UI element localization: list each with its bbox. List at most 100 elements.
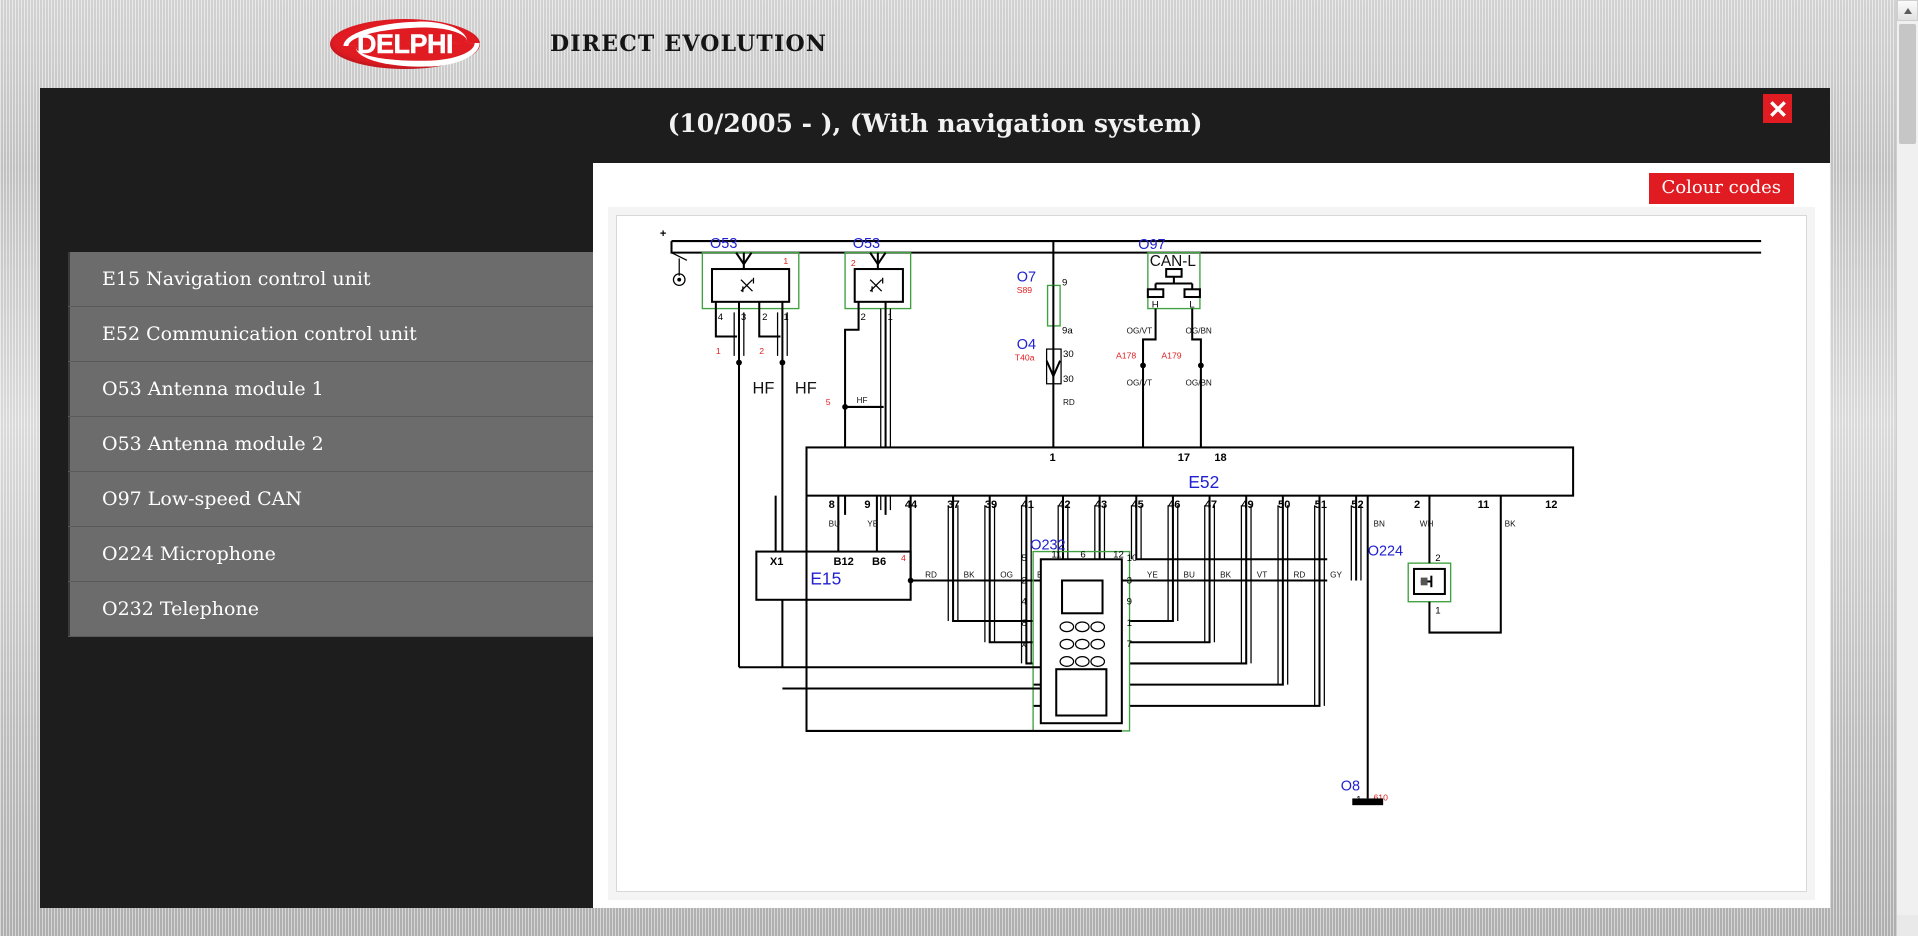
- sidebar-item-e52[interactable]: E52 Communication control unit: [68, 307, 593, 362]
- o53-1-red-annotation-1: 1: [716, 346, 721, 356]
- sidebar-item-o224[interactable]: O224 Microphone: [68, 527, 593, 582]
- wiring-diagram[interactable]: .w { stroke:#000; stroke-width:2.1; fill…: [617, 216, 1806, 891]
- component-label-o7: O7: [1017, 270, 1036, 286]
- wire-colour-og-vt-top: OG/VT: [1127, 327, 1152, 336]
- wire-colour-bk-o224: BK: [1505, 520, 1516, 529]
- o232-pin-8: 8: [1022, 618, 1027, 629]
- sidebar-item-o53-1[interactable]: O53 Antenna module 1: [68, 362, 593, 417]
- sidebar-item-o53-2[interactable]: O53 Antenna module 2: [68, 417, 593, 472]
- component-o53-antenna-module-1[interactable]: O53 1 4 3 2: [702, 236, 816, 667]
- wire-colour-bk: BK: [964, 571, 975, 580]
- wire-colour-wh-o224: WH: [1420, 520, 1434, 529]
- component-label-o224: O224: [1368, 543, 1403, 559]
- scrollbar-up-button[interactable]: [1897, 0, 1918, 21]
- component-o7-fuse[interactable]: O7 S89 9 9a: [1017, 241, 1074, 337]
- o232-pin-9: 9: [1127, 597, 1132, 608]
- e52-pin-2: 2: [1414, 499, 1420, 511]
- brand-header: DELPHI DIRECT EVOLUTION: [0, 0, 1918, 88]
- o53-1-body: [712, 269, 789, 302]
- wire-net-a179: A179: [1161, 351, 1181, 361]
- hf-label-2: HF: [795, 379, 817, 397]
- dialog-body: E15 Navigation control unit E52 Communic…: [40, 163, 1830, 908]
- wire-colour-og: OG: [1000, 571, 1013, 580]
- o53-1-pin-4: 4: [718, 312, 724, 323]
- component-label-o97: O97: [1138, 237, 1165, 253]
- e15-pin-b6: B6: [872, 556, 886, 568]
- dialog-titlebar: (10/2005 - ), (With navigation system): [40, 88, 1830, 163]
- o97-bus-node-l: [1185, 289, 1200, 297]
- o224-mic-icon-capsule: [1421, 578, 1428, 586]
- wire-colour-vt: VT: [1257, 571, 1267, 580]
- e52-pin-42: 42: [1058, 499, 1070, 511]
- o97-bus-lines: [1156, 277, 1193, 290]
- wire-colour-bu-e15: BU: [829, 520, 840, 529]
- o232-pin-10: 10: [1127, 553, 1138, 564]
- o53-1-red-annotation-2: 2: [759, 346, 764, 356]
- delphi-logo: DELPHI: [330, 17, 480, 71]
- wire-label-rd-o4: RD: [1063, 398, 1075, 407]
- wire-colour-rd2: RD: [1293, 571, 1305, 580]
- wire-colour-ye: YE: [1147, 571, 1158, 580]
- wire-net-a178: A178: [1116, 351, 1136, 361]
- page-title: (10/2005 - ), (With navigation system): [40, 109, 1830, 138]
- e52-pin-1-top: 1: [1050, 452, 1056, 464]
- o97-can-l-title: CAN-L: [1150, 253, 1197, 270]
- o232-pin-1: 1: [1127, 618, 1132, 629]
- e52-pin-18-top: 18: [1214, 452, 1226, 464]
- o232-keypad-frame: [1056, 669, 1106, 715]
- o232-pin-3: 3: [1127, 575, 1132, 586]
- o232-pin-4: 4: [1022, 597, 1028, 608]
- sidebar-item-o97[interactable]: O97 Low-speed CAN: [68, 472, 593, 527]
- component-label-e15: E15: [810, 568, 841, 588]
- o8-ground-symbol: [1352, 798, 1383, 805]
- sidebar-item-e15[interactable]: E15 Navigation control unit: [68, 252, 593, 307]
- o53-2-junction: [842, 404, 848, 410]
- e52-pin-49: 49: [1241, 499, 1253, 511]
- o7-ref-s89: S89: [1017, 285, 1033, 295]
- application-window: DELPHI DIRECT EVOLUTION (10/2005 - ), (W…: [0, 0, 1918, 936]
- content-toolbar: Colour codes: [593, 163, 1830, 215]
- e52-pin-39: 39: [985, 499, 997, 511]
- e52-pin-17-top: 17: [1178, 452, 1190, 464]
- e52-pin-46: 46: [1168, 499, 1180, 511]
- o232-pin-12: 12: [1113, 549, 1124, 560]
- component-e15-navigation-control-unit[interactable]: E15 X1 B12 B6 BU YE: [756, 496, 910, 600]
- sidebar-item-label: O53 Antenna module 2: [102, 433, 324, 455]
- logo-wordmark: DELPHI: [330, 17, 480, 71]
- window-resize-grip[interactable]: [1897, 915, 1918, 936]
- wire-colour-bu: BU: [1184, 571, 1195, 580]
- e52-pin-50: 50: [1278, 499, 1290, 511]
- sidebar-item-label: O97 Low-speed CAN: [102, 488, 302, 510]
- close-button[interactable]: [1763, 94, 1792, 123]
- o97-junction-h: [1140, 363, 1146, 369]
- dialog-window: (10/2005 - ), (With navigation system) E…: [40, 88, 1830, 908]
- sidebar-item-label: O53 Antenna module 1: [102, 378, 324, 400]
- wiring-diagram-frame: .w { stroke:#000; stroke-width:2.1; fill…: [616, 215, 1807, 892]
- battery-dot-icon: [677, 278, 681, 282]
- component-e52-communication-control-unit[interactable]: E52 1 17 18 8 9 44 37 39 41 42: [807, 447, 1574, 511]
- component-label-o53-2: O53: [853, 236, 880, 252]
- page-scrollbar[interactable]: [1896, 0, 1918, 936]
- wire-50: [1130, 496, 1283, 685]
- o232-pin-6: 6: [1080, 549, 1085, 560]
- o53-2-annotation-5: 5: [826, 397, 831, 407]
- component-o4-connector[interactable]: O4 T40a 30 30 RD: [1015, 326, 1075, 448]
- o97-junction-l: [1198, 363, 1204, 369]
- o232-pin-x: x: [1022, 639, 1027, 650]
- colour-codes-button[interactable]: Colour codes: [1649, 173, 1794, 204]
- o232-pin-11: 11: [1051, 549, 1061, 560]
- component-o8-ground[interactable]: BN O8 1 610: [1341, 496, 1388, 806]
- e15-pin-b12: B12: [834, 556, 854, 568]
- e52-pin-45: 45: [1131, 499, 1143, 511]
- component-o232-telephone[interactable]: O232: [739, 496, 1137, 731]
- chevron-up-icon: [1904, 8, 1912, 14]
- content-pane: Colour codes .w { stroke:#000; stroke-wi…: [593, 163, 1830, 908]
- hf-label-3: HF: [857, 396, 868, 405]
- component-o224-microphone[interactable]: O224 2 1 WH BK: [1368, 496, 1516, 633]
- close-icon: [1768, 99, 1788, 119]
- sidebar-item-o232[interactable]: O232 Telephone: [68, 582, 593, 637]
- component-o97-can-l[interactable]: O97 CAN-L H L OG/VT: [1116, 237, 1212, 448]
- e15-pin-x1: X1: [770, 556, 784, 568]
- scrollbar-thumb[interactable]: [1899, 24, 1916, 144]
- wire-51: [1130, 496, 1320, 706]
